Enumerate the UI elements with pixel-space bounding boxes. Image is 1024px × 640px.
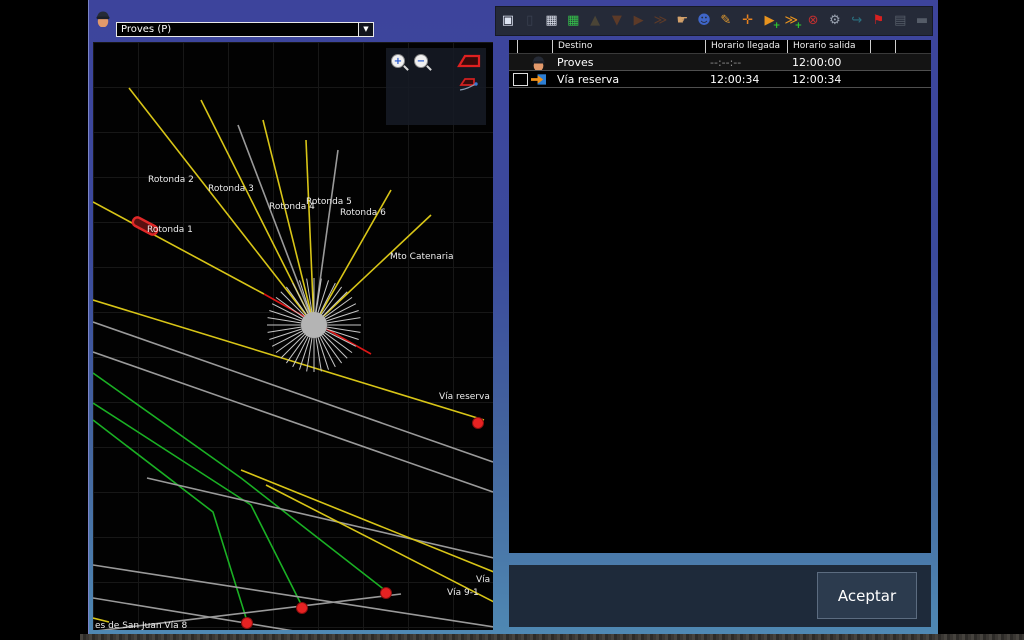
map-label: Rotonda 3: [208, 184, 254, 194]
expand-arrows-icon[interactable]: ✛: [738, 10, 758, 32]
col-llegada: Horario llegada: [705, 40, 787, 53]
move-end-icon: ≫: [651, 10, 671, 32]
llegada-cell: --:--:--: [705, 56, 787, 69]
col-salida: Horario salida: [787, 40, 870, 53]
conductor-icon: [531, 54, 546, 70]
remove-assignment-icon[interactable]: ⊗: [803, 10, 823, 32]
track-segment: [93, 565, 493, 627]
track-segment: [93, 420, 247, 621]
accept-button[interactable]: Aceptar: [817, 572, 917, 619]
track-map-canvas[interactable]: Rotonda 2Rotonda 3Rotonda 4Rotonda 5Roto…: [93, 42, 493, 630]
console-icon: ▤: [890, 10, 910, 32]
map-label: Rotonda 1: [147, 225, 193, 235]
table-header: Destino Horario llegada Horario salida: [509, 40, 931, 54]
map-label: Vía 9-1: [447, 588, 479, 598]
app-window: Proves (P) ▼ Rotonda 2Rotonda 3Rotonda 4…: [88, 0, 938, 634]
import-box-icon[interactable]: ↪: [847, 10, 867, 32]
map-label: es de San Juan Vía 8: [95, 621, 187, 630]
track-segment: [241, 470, 493, 572]
row-checkbox[interactable]: [513, 73, 528, 86]
track-segment: [93, 403, 302, 606]
map-label: Vía reserva: [439, 392, 490, 402]
settings-gear-icon[interactable]: ⚙: [825, 10, 845, 32]
map-label: Rotonda 5: [306, 197, 352, 207]
move-right-icon: ▶: [629, 10, 649, 32]
save-icon[interactable]: ▣: [498, 10, 518, 32]
track-segment: [314, 150, 338, 325]
llegada-cell: 12:00:34: [705, 73, 787, 86]
track-segment: [93, 373, 386, 591]
add-double-route-icon[interactable]: ≫+: [781, 10, 801, 32]
personnel-icon[interactable]: ☻: [694, 10, 714, 32]
map-label: Rotonda 6: [340, 208, 386, 218]
confirm-panel: Aceptar: [509, 565, 931, 627]
tracks-layer: [93, 88, 493, 630]
map-label: Vía 9: [476, 575, 493, 585]
destino-cell: Vía reserva: [552, 73, 705, 86]
red-dot: [381, 588, 392, 599]
row-lead-cell: [509, 71, 552, 87]
track-segment: [314, 215, 431, 325]
destino-cell: Proves: [552, 56, 705, 69]
track-segment: [93, 352, 493, 492]
track-segment: [266, 485, 493, 602]
zoom-out-button[interactable]: −: [414, 54, 428, 68]
hat-icon: ▬: [912, 10, 932, 32]
red-zone-button[interactable]: [456, 53, 482, 73]
col-pre: [509, 40, 517, 53]
screen: { "operator": { "dropdown_value": "Prove…: [0, 0, 1024, 640]
col-destino: Destino: [552, 40, 705, 53]
select-hand-icon[interactable]: ☛: [672, 10, 692, 32]
red-zone-small-button[interactable]: [458, 75, 482, 96]
col-extra1: [870, 40, 895, 53]
turntable-hub: [267, 278, 361, 372]
grid-small-icon[interactable]: ▦: [542, 10, 562, 32]
track-segment: [147, 478, 493, 558]
salida-cell: 12:00:00: [787, 56, 870, 69]
red-dot: [473, 418, 484, 429]
track-map-layers: Rotonda 2Rotonda 3Rotonda 4Rotonda 5Roto…: [93, 42, 493, 630]
chevron-down-icon[interactable]: ▼: [358, 23, 373, 36]
table-row[interactable]: Vía reserva 12:00:34 12:00:34: [509, 71, 931, 88]
flag-icon[interactable]: ⚑: [869, 10, 889, 32]
map-controls-panel: + −: [386, 48, 486, 125]
operator-dropdown-value: Proves (P): [121, 24, 171, 35]
red-dot: [297, 603, 308, 614]
red-dot: [242, 618, 253, 629]
move-down-icon: ▼: [607, 10, 627, 32]
grid-large-icon[interactable]: ▦: [563, 10, 583, 32]
map-label: Rotonda 2: [148, 175, 194, 185]
operator-dropdown[interactable]: Proves (P) ▼: [116, 22, 374, 37]
arrow-into-box-icon: [531, 72, 546, 86]
map-label: Mto Catenaria: [390, 252, 453, 262]
add-route-icon[interactable]: ▶+: [760, 10, 780, 32]
move-up-icon: ▲: [585, 10, 605, 32]
zoom-in-button[interactable]: +: [391, 54, 405, 68]
main-toolbar: ▣▯▦▦▲▼▶≫☛☻✎✛▶+≫+⊗⚙↪⚑▤▬: [495, 6, 933, 36]
track-segment: [93, 202, 264, 294]
salida-cell: 12:00:34: [787, 73, 870, 86]
schedule-table: Destino Horario llegada Horario salida P…: [509, 40, 931, 553]
col-extra2: [895, 40, 931, 53]
col-icon: [517, 40, 552, 53]
edit-sign-icon[interactable]: ✎: [716, 10, 736, 32]
conductor-icon: [95, 8, 111, 27]
table-row[interactable]: Proves --:--:-- 12:00:00: [509, 54, 931, 71]
row-lead-cell: [509, 54, 552, 70]
delete-icon: ▯: [520, 10, 540, 32]
desktop-strip: [80, 634, 1024, 640]
track-segment: [238, 125, 314, 325]
